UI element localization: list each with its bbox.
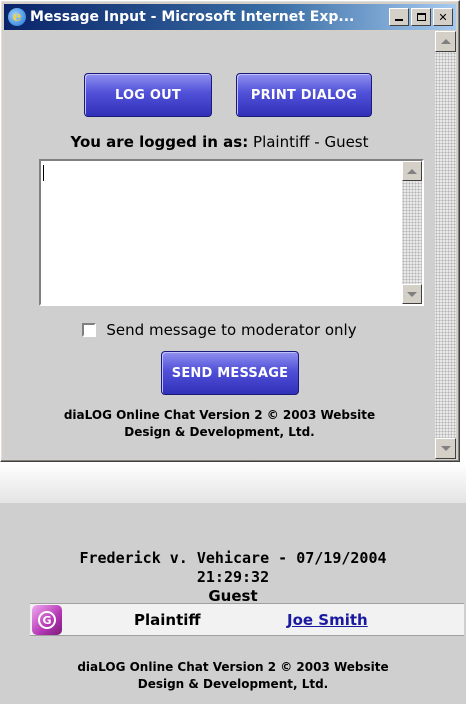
moderator-only-row: Send message to moderator only (4, 321, 435, 339)
chat-status-frame: Frederick v. Vehicare - 07/19/2004 21:29… (0, 463, 466, 704)
window-scrollbar[interactable] (435, 31, 456, 459)
logged-in-user: Plaintiff - Guest (253, 133, 369, 151)
ie-icon: e (8, 8, 26, 26)
arrow-up-icon (440, 39, 451, 44)
message-textarea[interactable] (39, 159, 424, 306)
minimize-button[interactable] (389, 8, 409, 26)
arrow-down-icon (407, 291, 417, 297)
print-dialog-button[interactable]: PRINT DIALOG (236, 73, 372, 117)
text-caret (43, 165, 44, 181)
moderator-only-checkbox[interactable] (82, 323, 97, 337)
moderator-only-label: Send message to moderator only (106, 321, 357, 339)
logged-in-label: You are logged in as: (70, 133, 249, 151)
guest-g-letter: G (38, 611, 56, 629)
close-icon: ✕ (438, 10, 448, 24)
chat-copyright-line-2: Design & Development, Ltd. (137, 677, 329, 691)
maximize-icon (416, 13, 426, 21)
textarea-scroll-up-button[interactable] (402, 161, 422, 181)
arrow-down-icon (440, 446, 451, 451)
minimize-icon (395, 19, 403, 21)
message-input-content: LOG OUT PRINT DIALOG You are logged in a… (4, 31, 435, 459)
textarea-scrollbar[interactable] (402, 161, 422, 304)
case-title-line-1: Frederick v. Vehicare - 07/19/2004 (79, 549, 387, 567)
scroll-up-button[interactable] (435, 31, 456, 52)
window-title: Message Input - Microsoft Internet Exp..… (30, 9, 355, 25)
participant-name-link[interactable]: Joe Smith (287, 611, 368, 629)
maximize-button[interactable] (411, 8, 431, 26)
message-input-window: e Message Input - Microsoft Internet Exp… (0, 0, 460, 462)
guest-g-icon: G (32, 605, 62, 635)
send-message-button[interactable]: SEND MESSAGE (161, 351, 299, 395)
textarea-scroll-down-button[interactable] (402, 284, 422, 304)
copyright-footer: diaLOG Online Chat Version 2 © 2003 Webs… (4, 407, 435, 441)
chat-copyright-line-1: diaLOG Online Chat Version 2 © 2003 Webs… (77, 660, 389, 674)
close-button[interactable]: ✕ (433, 8, 453, 26)
participant-role: Plaintiff (134, 611, 201, 629)
chat-copyright-footer: diaLOG Online Chat Version 2 © 2003 Webs… (0, 659, 466, 693)
arrow-up-icon (407, 168, 417, 174)
case-title: Frederick v. Vehicare - 07/19/2004 21:29… (0, 549, 466, 587)
copyright-line-2: Design & Development, Ltd. (124, 425, 315, 439)
logged-in-status: You are logged in as: Plaintiff - Guest (4, 133, 435, 151)
copyright-line-1: diaLOG Online Chat Version 2 © 2003 Webs… (63, 408, 376, 422)
logout-button[interactable]: LOG OUT (84, 73, 212, 117)
frame-top-strip (0, 463, 466, 503)
participant-row: G Plaintiff Joe Smith (30, 603, 464, 636)
scroll-down-button[interactable] (435, 438, 456, 459)
window-titlebar[interactable]: e Message Input - Microsoft Internet Exp… (4, 4, 456, 30)
case-title-line-2: 21:29:32 (196, 568, 270, 586)
